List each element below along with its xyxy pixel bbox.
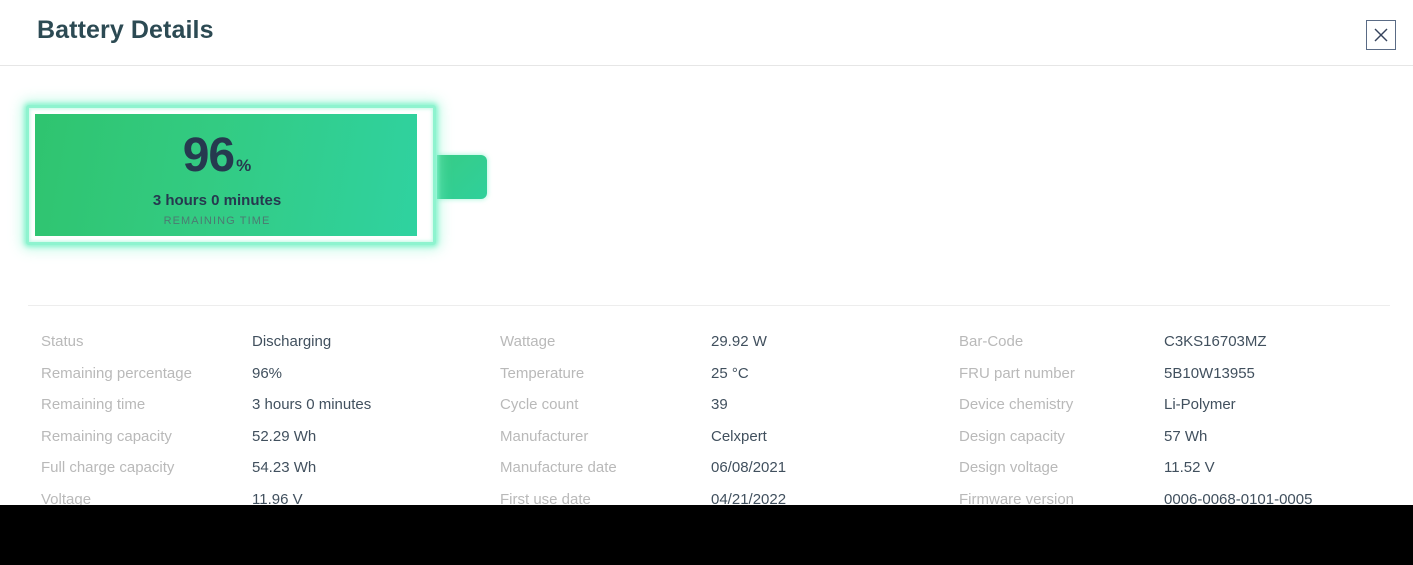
- detail-row: Temperature 25 °C: [500, 365, 950, 397]
- detail-value: C3KS16703MZ: [1164, 333, 1267, 350]
- detail-row: Bar-Code C3KS16703MZ: [959, 333, 1399, 365]
- detail-value: 57 Wh: [1164, 427, 1208, 445]
- detail-row: Manufacturer Celxpert: [500, 428, 950, 460]
- detail-value: 96%: [252, 364, 283, 382]
- detail-label: Device chemistry: [959, 396, 1074, 413]
- detail-label: Status: [41, 333, 84, 350]
- detail-label: Cycle count: [500, 396, 579, 413]
- detail-value: 52.29 Wh: [252, 427, 317, 445]
- detail-row: Status Discharging: [41, 333, 491, 365]
- detail-label: Manufacturer: [500, 427, 589, 445]
- battery-indicator: 96 % 3 hours 0 minutes REMAINING TIME: [26, 105, 487, 245]
- battery-details-dialog: Battery Details 96 % 3 hours 0 minutes R…: [0, 0, 1413, 565]
- details-column-3: Bar-Code C3KS16703MZ FRU part number 5B1…: [959, 333, 1399, 522]
- detail-value: Li-Polymer: [1164, 396, 1236, 413]
- detail-label: Design capacity: [959, 427, 1065, 445]
- detail-value: 54.23 Wh: [252, 459, 317, 476]
- detail-row: Remaining percentage 96%: [41, 365, 491, 397]
- details-column-1: Status Discharging Remaining percentage …: [41, 333, 491, 522]
- detail-value: 3 hours 0 minutes: [252, 396, 372, 413]
- dialog-header: Battery Details: [0, 0, 1413, 66]
- detail-value: 29.92 W: [711, 333, 767, 350]
- detail-row: Design capacity 57 Wh: [959, 428, 1399, 460]
- detail-row: FRU part number 5B10W13955: [959, 365, 1399, 397]
- detail-label: Remaining capacity: [41, 427, 172, 445]
- bottom-occlusion-bar: [0, 505, 1413, 565]
- detail-value: 06/08/2021: [711, 459, 787, 476]
- detail-row: Wattage 29.92 W: [500, 333, 950, 365]
- detail-value: 39: [711, 396, 728, 413]
- detail-value: 25 °C: [711, 364, 749, 382]
- battery-details-grid: Status Discharging Remaining percentage …: [0, 333, 1413, 522]
- detail-label: Design voltage: [959, 459, 1059, 476]
- details-column-2: Wattage 29.92 W Temperature 25 °C Cycle …: [500, 333, 950, 522]
- detail-label: Remaining time: [41, 396, 146, 413]
- detail-row: Manufacture date 06/08/2021: [500, 459, 950, 491]
- battery-shell: 96 % 3 hours 0 minutes REMAINING TIME: [26, 105, 436, 245]
- detail-label: Manufacture date: [500, 459, 617, 476]
- detail-label: Bar-Code: [959, 333, 1024, 350]
- detail-row: Design voltage 11.52 V: [959, 459, 1399, 491]
- close-icon: [1372, 26, 1390, 44]
- detail-row: Full charge capacity 54.23 Wh: [41, 459, 491, 491]
- battery-visual-section: 96 % 3 hours 0 minutes REMAINING TIME: [0, 66, 1413, 304]
- battery-terminal-nub: [437, 155, 487, 199]
- detail-label: Remaining percentage: [41, 364, 192, 382]
- detail-value: 5B10W13955: [1164, 364, 1255, 382]
- detail-row: Remaining time 3 hours 0 minutes: [41, 396, 491, 428]
- battery-charge-fill: [35, 114, 417, 236]
- section-divider: [28, 305, 1390, 306]
- page-title: Battery Details: [37, 16, 214, 44]
- detail-row: Remaining capacity 52.29 Wh: [41, 428, 491, 460]
- detail-label: FRU part number: [959, 364, 1075, 382]
- detail-row: Cycle count 39: [500, 396, 950, 428]
- detail-value: Discharging: [252, 333, 332, 350]
- detail-label: Full charge capacity: [41, 459, 175, 476]
- close-button[interactable]: [1366, 20, 1396, 50]
- detail-value: Celxpert: [711, 427, 767, 445]
- detail-label: Temperature: [500, 364, 585, 382]
- detail-row: Device chemistry Li-Polymer: [959, 396, 1399, 428]
- detail-value: 11.52 V: [1164, 459, 1215, 476]
- detail-label: Wattage: [500, 333, 556, 350]
